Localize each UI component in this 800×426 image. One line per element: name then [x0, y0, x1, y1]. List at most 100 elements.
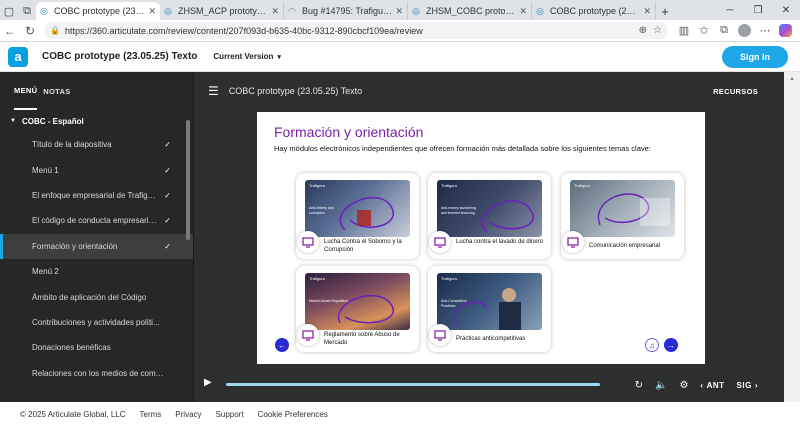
- topic-image: Trafigura Anti-bribery and corruption: [305, 180, 410, 237]
- browser-tab[interactable]: ◎ ZHSM_ACP prototype | Review 360 ✕: [160, 2, 284, 20]
- monitor-icon[interactable]: [297, 231, 319, 253]
- settings-gear-icon[interactable]: ⚙: [679, 380, 688, 391]
- player-topbar: ☰ COBC prototype (23.05.25) Texto RECURS…: [194, 72, 784, 110]
- audio-headphones-button[interactable]: ♫: [645, 338, 659, 352]
- copilot-icon[interactable]: [779, 24, 792, 37]
- menu-item[interactable]: Título de la diapositiva ✓: [0, 132, 193, 157]
- close-tab-icon[interactable]: ✕: [271, 6, 279, 17]
- topic-image: Trafigura Anti-money laundering and terr…: [437, 180, 542, 237]
- back-icon[interactable]: ←: [0, 21, 20, 41]
- topic-card-anti-competitive[interactable]: Trafigura Anti-Competitive Practices Prá…: [428, 266, 551, 352]
- menu-item[interactable]: Relaciones con los medios de comu...: [0, 361, 193, 386]
- replay-icon[interactable]: ↻: [635, 380, 643, 391]
- topic-card-label: Lucha contra el lavado de dinero: [456, 239, 544, 245]
- check-icon: ✓: [164, 140, 171, 150]
- new-tab-button[interactable]: +: [656, 2, 674, 20]
- close-tab-icon[interactable]: ✕: [148, 6, 156, 17]
- slide-subtitle: Hay módulos electrónicos independientes …: [274, 144, 651, 153]
- close-tab-icon[interactable]: ✕: [395, 6, 403, 17]
- menu-item[interactable]: El código de conducta empresarial ... ✓: [0, 208, 193, 233]
- menu-item-current[interactable]: Formación y orientación ✓: [0, 233, 193, 260]
- menu-section-header[interactable]: ▼ COBC - Español: [0, 110, 193, 132]
- volume-icon[interactable]: 🔈: [655, 380, 667, 391]
- split-screen-icon[interactable]: ▥: [674, 21, 694, 41]
- menu-item[interactable]: Contribuciones y actividades políti...: [0, 310, 193, 335]
- decorative-swirl: [481, 200, 534, 233]
- version-dropdown[interactable]: Current Version ▾: [213, 52, 281, 61]
- zoom-icon[interactable]: ⊕: [639, 25, 647, 36]
- favorite-star-icon[interactable]: ☆: [653, 25, 662, 36]
- menu-item[interactable]: Menú 2: [0, 259, 193, 284]
- topic-card-anti-money-laundering[interactable]: Trafigura Anti-money laundering and terr…: [428, 173, 551, 259]
- articulate-logo-icon[interactable]: a: [8, 46, 28, 67]
- review-header: a COBC prototype (23.05.25) Texto Curren…: [0, 42, 800, 72]
- slide-canvas: Formación y orientación Hay módulos elec…: [257, 112, 705, 364]
- chevron-down-icon: ▾: [277, 53, 281, 61]
- previous-slide-button[interactable]: ‹ ANT: [700, 381, 724, 390]
- loading-favicon-icon: ◠: [288, 6, 296, 16]
- check-icon: ✓: [164, 216, 171, 226]
- sign-in-button[interactable]: Sign In: [722, 46, 788, 68]
- tab-menu[interactable]: MENÚ: [14, 72, 38, 110]
- browser-tab[interactable]: ◎ ZHSM_COBC prototype | Review 360 ✕: [408, 2, 532, 20]
- close-window-icon[interactable]: ✕: [772, 0, 800, 20]
- monitor-icon[interactable]: [429, 324, 451, 346]
- maximize-icon[interactable]: ❐: [744, 0, 772, 20]
- chevron-right-icon: ›: [754, 380, 758, 390]
- headphones-icon: ♫: [649, 340, 655, 350]
- profile-icon[interactable]: ▢: [0, 2, 18, 20]
- slide-prev-button[interactable]: ←: [275, 338, 289, 352]
- arrow-left-icon: ←: [278, 340, 286, 350]
- monitor-icon[interactable]: [429, 231, 451, 253]
- privacy-link[interactable]: Privacy: [175, 410, 201, 419]
- menu-item[interactable]: Menú 1 ✓: [0, 157, 193, 182]
- menu-item[interactable]: Donaciones benéficas: [0, 335, 193, 360]
- topic-image: Trafigura Market Abuse Regulation: [305, 273, 410, 330]
- minimize-icon[interactable]: ─: [716, 0, 744, 20]
- browser-tab[interactable]: ◎ COBC prototype (23.05.25) Contenido ✕: [532, 2, 656, 20]
- sidebar-scrollbar[interactable]: [186, 120, 190, 240]
- tab-actions-icon[interactable]: ⧉: [18, 2, 36, 20]
- browser-tab[interactable]: ◠ Bug #14795: Trafigura | ACP ✕: [284, 2, 408, 20]
- more-menu-icon[interactable]: ⋯: [755, 21, 775, 41]
- next-slide-button[interactable]: SIG ›: [737, 381, 758, 390]
- seekbar[interactable]: [226, 383, 600, 386]
- tab-notes[interactable]: NOTAS: [43, 72, 70, 110]
- browser-tab-strip: ▢ ⧉ ◎ COBC prototype (23.05.25) Texto ✕ …: [0, 0, 800, 20]
- decorative-swirl: [597, 193, 670, 226]
- topic-card-label: Comunicación empresarial: [589, 243, 661, 249]
- page-footer: © 2025 Articulate Global, LLC Terms Priv…: [0, 402, 800, 426]
- monitor-icon[interactable]: [297, 324, 319, 346]
- favorites-icon[interactable]: ✩: [694, 21, 714, 41]
- url-field[interactable]: 🔒 https://360.articulate.com/review/cont…: [44, 22, 668, 39]
- collections-icon[interactable]: ⧉: [714, 21, 734, 41]
- page-scrollbar[interactable]: ▲: [784, 72, 800, 402]
- check-icon: ✓: [164, 165, 171, 175]
- decorative-swirl: [337, 294, 394, 324]
- topic-card-market-abuse[interactable]: Trafigura Market Abuse Regulation Reglam…: [296, 266, 419, 352]
- decorative-swirl: [339, 196, 394, 231]
- close-tab-icon[interactable]: ✕: [519, 6, 527, 17]
- refresh-icon[interactable]: ↻: [20, 21, 40, 41]
- lock-icon: 🔒: [50, 26, 60, 35]
- course-title: COBC prototype (23.05.25) Texto: [42, 51, 198, 62]
- articulate-favicon-icon: ◎: [536, 6, 544, 16]
- topic-card-anti-bribery[interactable]: Trafigura Anti-bribery and corruption Lu…: [296, 173, 419, 259]
- slide-next-button[interactable]: →: [664, 338, 678, 352]
- play-icon[interactable]: ▶: [204, 377, 212, 388]
- user-avatar[interactable]: [738, 24, 751, 37]
- cookie-preferences-link[interactable]: Cookie Preferences: [258, 410, 328, 419]
- menu-item[interactable]: El enfoque empresarial de Trafigura ✓: [0, 183, 193, 208]
- copyright-text: © 2025 Articulate Global, LLC: [20, 409, 126, 419]
- hamburger-menu-icon[interactable]: ☰: [208, 84, 219, 98]
- monitor-icon[interactable]: [562, 231, 584, 253]
- terms-link[interactable]: Terms: [140, 410, 162, 419]
- scroll-up-icon[interactable]: ▲: [789, 76, 795, 86]
- menu-item[interactable]: Ámbito de aplicación del Código: [0, 284, 193, 309]
- close-tab-icon[interactable]: ✕: [643, 6, 651, 17]
- browser-tab[interactable]: ◎ COBC prototype (23.05.25) Texto ✕: [36, 2, 160, 20]
- player-controls: ▶ ↻ 🔈 ⚙ ‹ ANT SIG ›: [194, 368, 784, 402]
- support-link[interactable]: Support: [216, 410, 244, 419]
- topic-card-business-communication[interactable]: Trafigura Comunicación empresarial: [561, 173, 684, 259]
- resources-button[interactable]: RECURSOS: [713, 87, 758, 96]
